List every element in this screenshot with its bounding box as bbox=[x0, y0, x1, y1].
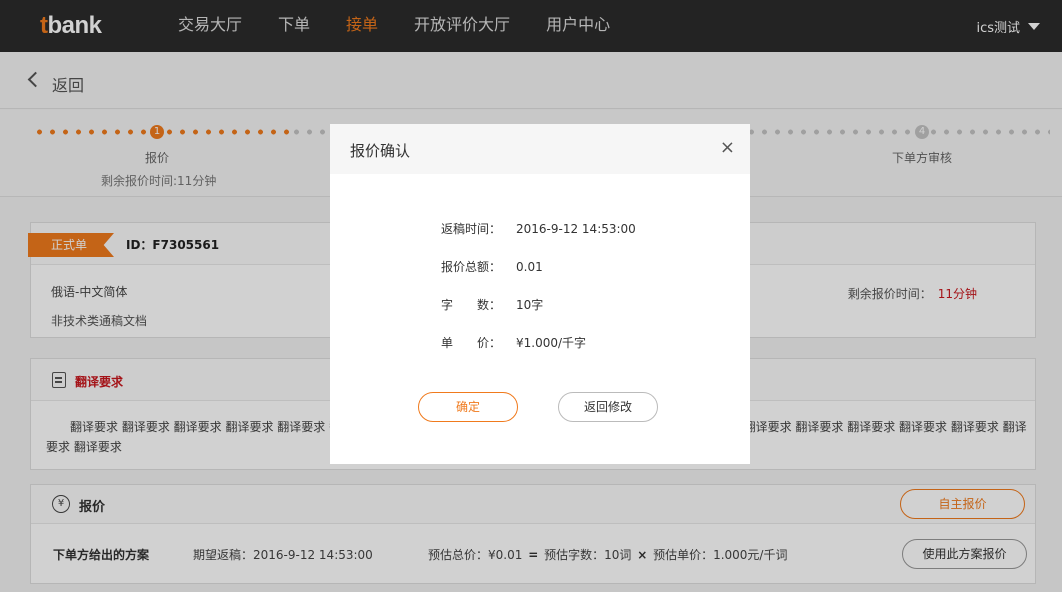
confirm-button[interactable]: 确定 bbox=[418, 392, 518, 422]
dialog-row-return-time: 返稿时间： 2016-9-12 14:53:00 bbox=[441, 222, 636, 236]
quote-confirm-dialog: 报价确认 × 返稿时间： 2016-9-12 14:53:00 报价总额： 0.01… bbox=[330, 124, 750, 464]
back-edit-button[interactable]: 返回修改 bbox=[558, 392, 658, 422]
dialog-header: 报价确认 × bbox=[330, 124, 750, 174]
dialog-title: 报价确认 bbox=[350, 142, 411, 160]
dialog-row-total: 报价总额： 0.01 bbox=[441, 260, 543, 274]
dialog-row-unit-price: 单 价： ¥1.000/千字 bbox=[441, 336, 587, 350]
close-icon[interactable]: × bbox=[720, 139, 735, 157]
dialog-row-word-count: 字 数： 10字 bbox=[441, 298, 544, 312]
